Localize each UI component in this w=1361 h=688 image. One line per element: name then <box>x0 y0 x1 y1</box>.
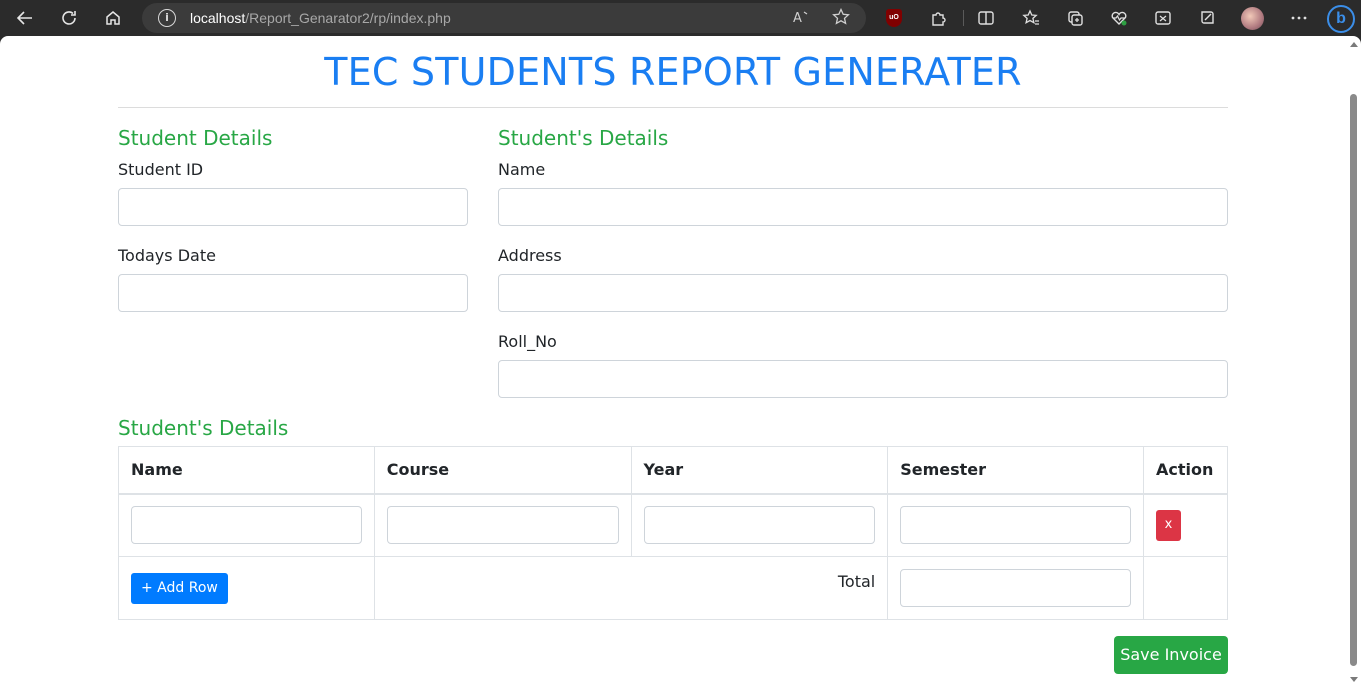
browser-essentials-icon[interactable] <box>1193 4 1221 32</box>
roll-no-input[interactable] <box>498 360 1228 398</box>
extensions-icon[interactable] <box>924 4 952 32</box>
column-header-action: Action <box>1143 446 1228 495</box>
collections-icon[interactable] <box>1061 4 1089 32</box>
ublock-icon[interactable]: uO <box>886 9 902 27</box>
scrollbar-thumb[interactable] <box>1350 94 1357 666</box>
toolbar-separator <box>963 10 964 26</box>
refresh-icon[interactable] <box>55 4 83 32</box>
address-input[interactable] <box>498 274 1228 312</box>
title-divider <box>118 107 1228 108</box>
semester-cell <box>887 493 1144 557</box>
home-icon[interactable] <box>99 4 127 32</box>
more-icon[interactable] <box>1285 4 1313 32</box>
student-id-label: Student ID <box>118 160 204 179</box>
empty-cell <box>1143 556 1228 620</box>
student-id-input[interactable] <box>118 188 468 226</box>
table-row: x <box>118 493 1228 557</box>
total-value-cell <box>887 556 1144 620</box>
action-cell: x <box>1143 493 1228 557</box>
name-label: Name <box>498 160 546 179</box>
url-text[interactable]: localhost/Report_Genarator2/rp/index.php <box>190 10 451 26</box>
address-bar[interactable]: i localhost/Report_Genarator2/rp/index.p… <box>142 3 866 33</box>
save-invoice-button[interactable]: Save Invoice <box>1114 636 1228 674</box>
vertical-scrollbar[interactable] <box>1347 36 1359 688</box>
table-header-row: Name Course Year Semester Action <box>118 446 1228 495</box>
scroll-up-arrow-icon[interactable] <box>1350 42 1358 47</box>
site-info-icon[interactable]: i <box>158 9 176 27</box>
add-row-button[interactable]: + Add Row <box>131 572 228 604</box>
column-header-course: Course <box>373 446 632 495</box>
name-cell <box>118 493 375 557</box>
read-aloud-icon[interactable]: A <box>792 8 810 31</box>
row-year-input[interactable] <box>643 506 876 545</box>
delete-row-button[interactable]: x <box>1156 509 1181 541</box>
total-input[interactable] <box>900 569 1131 607</box>
profile-avatar[interactable] <box>1241 7 1264 30</box>
row-name-input[interactable] <box>131 506 362 545</box>
svg-text:A: A <box>793 11 802 26</box>
name-input[interactable] <box>498 188 1228 226</box>
student-details-heading: Student Details <box>118 126 273 150</box>
favorites-icon[interactable] <box>1017 4 1045 32</box>
split-screen-icon[interactable] <box>972 4 1000 32</box>
course-table: Name Course Year Semester Action x + Add… <box>118 446 1228 620</box>
row-course-input[interactable] <box>386 506 619 545</box>
total-label: Total <box>837 572 876 591</box>
bing-copilot-icon[interactable]: b <box>1327 5 1355 33</box>
page-container: TEC STUDENTS REPORT GENERATER Student De… <box>118 36 1228 674</box>
total-label-cell: Total <box>373 556 889 620</box>
back-icon[interactable] <box>11 4 39 32</box>
page-viewport: TEC STUDENTS REPORT GENERATER Student De… <box>0 36 1361 688</box>
roll-no-label: Roll_No <box>498 332 557 351</box>
browser-toolbar: i localhost/Report_Genarator2/rp/index.p… <box>0 0 1361 36</box>
students-details-heading: Student's Details <box>498 126 669 150</box>
scroll-down-arrow-icon[interactable] <box>1350 677 1358 682</box>
todays-date-input[interactable] <box>118 274 468 312</box>
row-semester-input[interactable] <box>900 506 1131 545</box>
favorite-star-icon[interactable] <box>832 7 850 31</box>
column-header-year: Year <box>630 446 889 495</box>
table-footer-row: + Add Row Total <box>118 556 1228 620</box>
todays-date-label: Todays Date <box>118 246 216 265</box>
course-table-heading: Student's Details <box>118 416 289 440</box>
page-title: TEC STUDENTS REPORT GENERATER <box>324 50 1022 94</box>
course-cell <box>373 493 632 557</box>
address-label: Address <box>498 246 562 265</box>
column-header-name: Name <box>118 446 375 495</box>
performance-icon[interactable] <box>1105 4 1133 32</box>
add-row-cell: + Add Row <box>118 556 375 620</box>
year-cell <box>630 493 889 557</box>
web-capture-icon[interactable] <box>1149 4 1177 32</box>
column-header-semester: Semester <box>887 446 1144 495</box>
